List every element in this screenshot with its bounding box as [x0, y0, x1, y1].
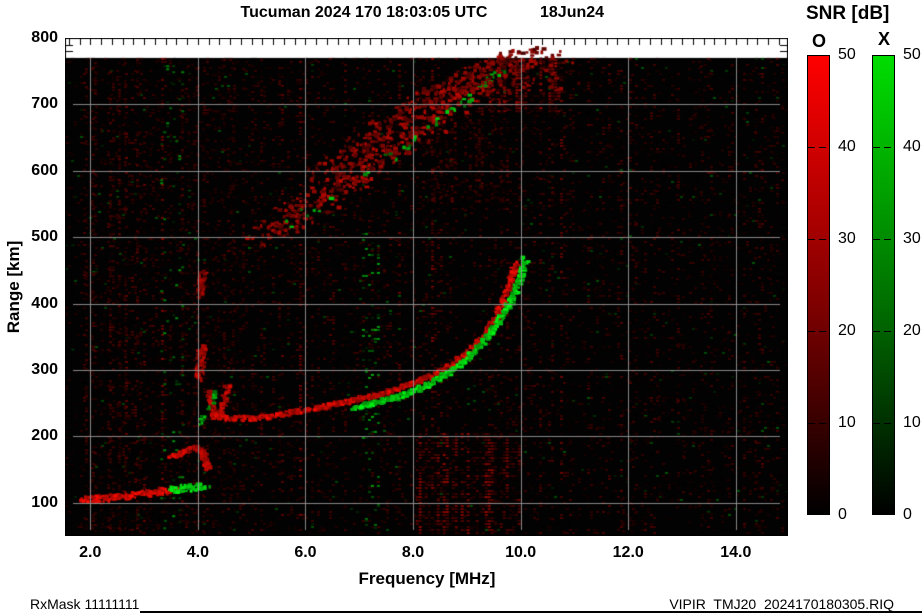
rxmask-text: RxMask 11111111: [30, 596, 140, 612]
x-tick-label: 14.0: [720, 544, 752, 561]
colorbar-tick-dash: [873, 239, 880, 240]
colorbar-tick-dash: [819, 423, 826, 424]
colorbar-tick-dash: [884, 423, 891, 424]
colorbar-tick-dash: [819, 331, 826, 332]
colorbar-tick-dash: [884, 331, 891, 332]
colorbar-tick-label: 40: [838, 138, 856, 155]
x-tick-label: 6.0: [294, 544, 317, 561]
colorbar-tick-dash: [884, 239, 891, 240]
colorbar-tick-label: 50: [838, 46, 856, 63]
colorbar-tick-dash: [808, 423, 815, 424]
colorbar-tick-dash: [808, 331, 815, 332]
y-tick-label: 600: [31, 161, 58, 179]
colorbar-tick-label: 40: [903, 138, 921, 155]
x-tick-label: 12.0: [612, 544, 644, 561]
x-tick-label: 10.0: [505, 544, 537, 561]
colorbar-tick-dash: [873, 147, 880, 148]
x-tick-label: 8.0: [401, 544, 425, 561]
colorbar-title: SNR [dB]: [806, 3, 890, 24]
colorbar-tick-dash: [884, 147, 891, 148]
x-tick-label: 2.0: [79, 544, 102, 561]
colorbar-tick-label: 0: [838, 506, 847, 523]
y-axis-title: Range [km]: [4, 240, 23, 334]
colorbar-tick-label: 50: [903, 46, 921, 63]
ionogram-page: Tucuman 2024 170 18:03:05 UTC 18Jun24 2.…: [0, 0, 922, 614]
o-mode-label: O: [811, 31, 826, 51]
bottom-divider: [140, 611, 922, 613]
x-axis-title: Frequency [MHz]: [358, 569, 496, 588]
colorbar-tick-dash: [873, 423, 880, 424]
y-tick-label: 100: [31, 493, 58, 511]
ionogram-heatmap: [65, 38, 788, 536]
colorbar-tick-label: 30: [903, 230, 921, 247]
x-colorbar: [872, 55, 895, 515]
filename-text: VIPIR TMJ20_2024170180305.RIQ: [669, 596, 894, 612]
colorbar-tick-label: 30: [838, 230, 856, 247]
colorbar-tick-dash: [808, 147, 815, 148]
colorbar-tick-label: 20: [838, 322, 856, 339]
x-mode-label: X: [877, 29, 890, 49]
x-tick-label: 4.0: [186, 544, 209, 561]
y-tick-label: 700: [31, 95, 58, 113]
colorbar-tick-label: 10: [903, 414, 921, 431]
y-tick-label: 300: [31, 361, 58, 378]
colorbar-tick-dash: [819, 239, 826, 240]
o-colorbar: [807, 55, 830, 515]
colorbar-tick-dash: [873, 331, 880, 332]
colorbar-tick-dash: [808, 239, 815, 240]
y-tick-label: 800: [31, 29, 58, 46]
colorbar-tick-label: 0: [903, 506, 912, 523]
plot-date: 18Jun24: [540, 4, 605, 21]
colorbar-tick-label: 20: [903, 322, 921, 339]
y-tick-label: 200: [31, 427, 58, 445]
colorbar-tick-dash: [819, 147, 826, 148]
colorbar-tick-label: 10: [838, 414, 856, 431]
